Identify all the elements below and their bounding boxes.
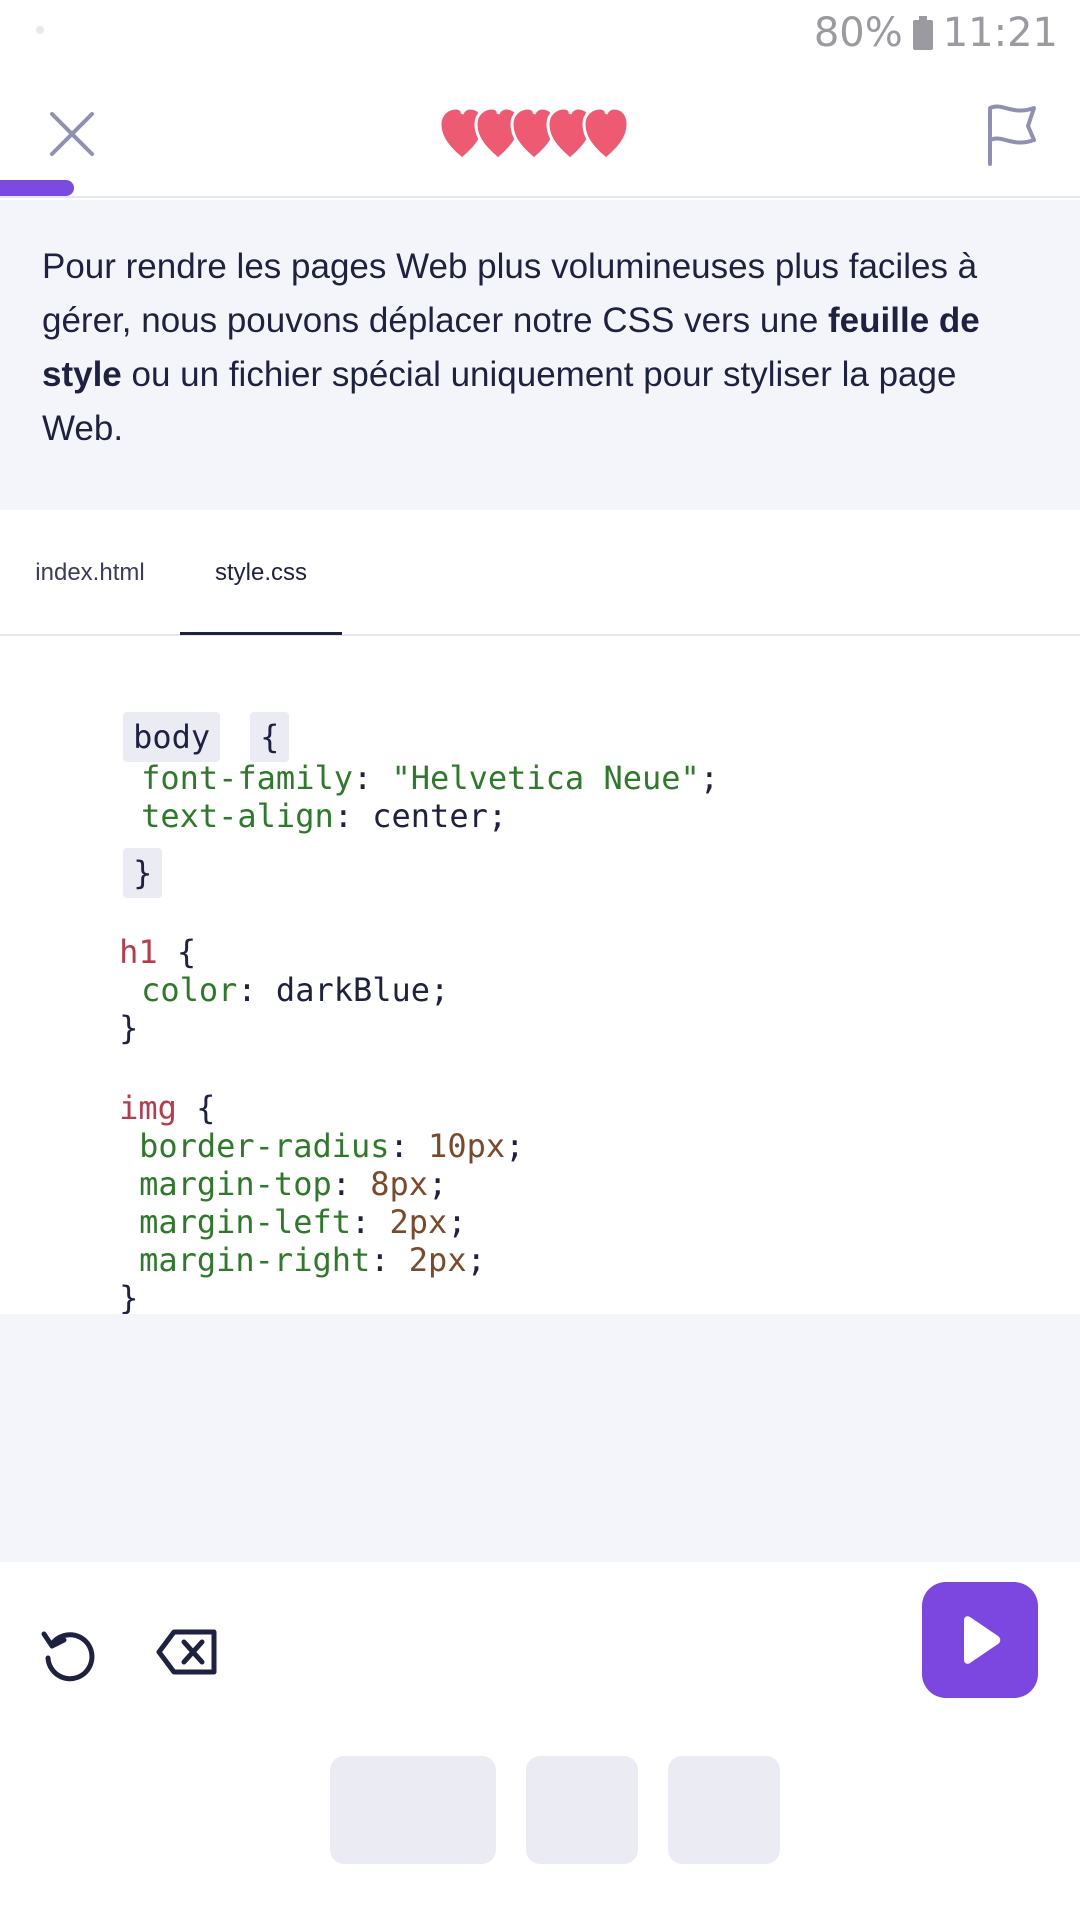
option-chip[interactable]: [330, 1756, 496, 1864]
code-line: }: [42, 1238, 138, 1317]
code-line: h1 {: [42, 892, 196, 971]
notification-dot: [36, 26, 44, 34]
lives-hearts: [438, 104, 648, 164]
run-button[interactable]: [922, 1582, 1038, 1698]
tab-index-html[interactable]: index.html: [0, 510, 180, 636]
option-chip[interactable]: [668, 1756, 780, 1864]
battery-percent: 80%: [813, 10, 903, 56]
lesson-top-bar: [0, 64, 1080, 198]
code-line: margin-right: 2px;: [139, 1241, 486, 1279]
reset-button[interactable]: [40, 1626, 96, 1682]
code-property: margin-right: [139, 1241, 371, 1279]
code-line: font-family: "Helvetica Neue";: [141, 759, 720, 797]
instruction-panel: Pour rendre les pages Web plus volumineu…: [0, 200, 1080, 510]
code-editor: body{ font-family: "Helvetica Neue"; tex…: [0, 638, 1080, 1317]
flag-icon: [988, 104, 1036, 166]
code-line: img {: [42, 1048, 215, 1127]
active-tab-indicator: [180, 632, 342, 635]
backspace-button[interactable]: [156, 1628, 218, 1676]
tab-style-css[interactable]: style.css: [180, 510, 342, 636]
backspace-icon: [156, 1629, 217, 1675]
answer-workspace: [0, 1314, 1080, 1562]
close-icon: [50, 112, 94, 156]
file-tabs: index.html style.css: [0, 510, 1080, 636]
report-flag-button[interactable]: [984, 102, 1040, 168]
instruction-text-part2: ou un fichier spécial uniquement pour st…: [42, 355, 957, 448]
code-property: text-align: [141, 797, 334, 835]
code-value: darkBlue: [275, 971, 431, 1009]
code-line: color: darkBlue;: [141, 971, 450, 1009]
code-line-body-close: }: [46, 798, 163, 898]
code-value: center: [372, 797, 488, 835]
code-option-chips: [0, 1756, 1080, 1864]
instruction-text: Pour rendre les pages Web plus volumineu…: [42, 240, 1038, 456]
reset-icon: [41, 1631, 95, 1682]
code-line: margin-top: 8px;: [139, 1165, 448, 1203]
close-button[interactable]: [44, 106, 100, 162]
code-line: }: [42, 968, 138, 1047]
code-line: border-radius: 10px;: [139, 1127, 525, 1165]
code-chip-close-brace[interactable]: }: [123, 848, 163, 898]
clock: 11:21: [942, 10, 1058, 56]
lesson-progress-bar: [0, 180, 74, 196]
battery-icon: [912, 16, 933, 50]
code-value: 2px: [408, 1241, 467, 1279]
code-line: margin-left: 2px;: [139, 1203, 467, 1241]
code-brace: }: [119, 1279, 139, 1317]
play-icon: [964, 1616, 1001, 1664]
hearts-icon: [438, 106, 630, 161]
option-chip[interactable]: [526, 1756, 638, 1864]
status-bar: 80% 11:21: [0, 0, 1080, 64]
code-brace: }: [119, 1009, 139, 1047]
code-line-body-open: body{: [46, 662, 290, 762]
status-right: 80% 11:21: [814, 8, 1058, 58]
bottom-toolbar: [0, 1562, 1080, 1920]
code-line: text-align: center;: [141, 797, 508, 835]
code-property: color: [141, 971, 238, 1009]
